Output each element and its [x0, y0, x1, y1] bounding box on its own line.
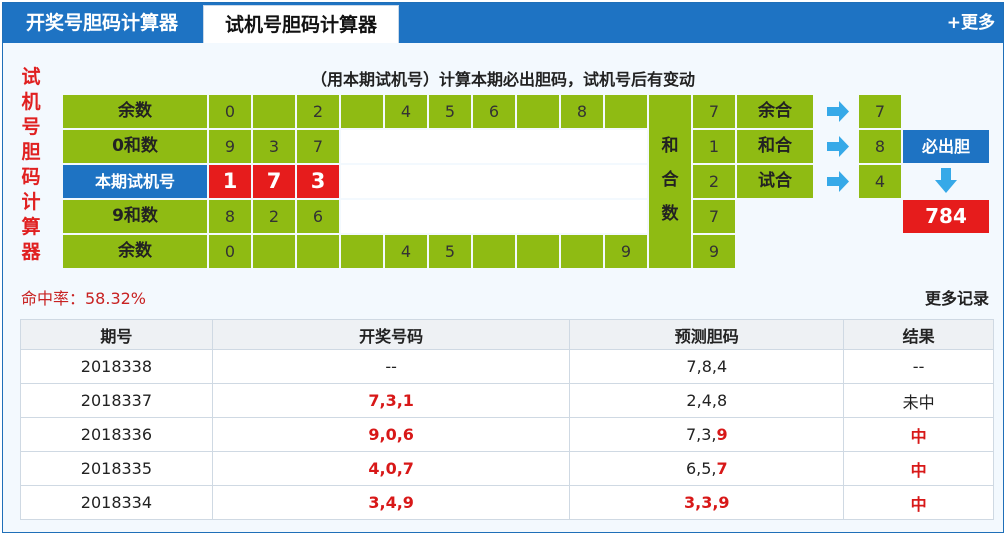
- bichu-value: 784: [903, 200, 989, 233]
- grid-blank: [341, 130, 647, 163]
- row-label-test-number: 本期试机号: [63, 165, 207, 198]
- grid-cell: [297, 235, 339, 268]
- column-header: 期号: [20, 319, 213, 350]
- draw-cell: 3,4,9: [211, 485, 571, 520]
- issue-cell: 2018337: [20, 383, 213, 418]
- issue-cell: 2018334: [20, 485, 213, 520]
- tab-bar: 开奖号胆码计算器 试机号胆码计算器 +更多: [3, 3, 1003, 43]
- grid-cell: [517, 235, 559, 268]
- row-label-sum0: 0和数: [63, 130, 207, 163]
- grid-cell: 4: [385, 95, 427, 128]
- result-cell: 中: [843, 417, 994, 452]
- grid-cell: 2: [253, 200, 295, 233]
- heshu-value: 1: [693, 130, 735, 163]
- grid-cell: 2: [297, 95, 339, 128]
- test-digit: 7: [253, 165, 295, 198]
- op-label-hehe: 和合: [737, 130, 813, 163]
- op-label-shihe: 试合: [737, 165, 813, 198]
- draw-cell: --: [211, 349, 571, 384]
- grid-cell: [561, 235, 603, 268]
- vertical-title: 试 机 号 胆 码 计 算 器: [21, 66, 41, 263]
- more-records-link[interactable]: 更多记录: [925, 285, 989, 309]
- tab-draw-calculator[interactable]: 开奖号胆码计算器: [3, 3, 201, 43]
- prediction-cell: 7,3,9: [569, 417, 845, 452]
- grid-cell: [253, 95, 295, 128]
- heshu-value: 7: [693, 200, 735, 233]
- table-row: 2018338 -- 7,8,4 --: [20, 349, 994, 384]
- result-cell: 中: [843, 485, 994, 520]
- prediction-cell: 6,5,7: [569, 451, 845, 486]
- prediction-cell: 2,4,8: [569, 383, 845, 418]
- grid-blank: [341, 200, 647, 233]
- grid-cell: [605, 95, 647, 128]
- column-header: 结果: [843, 319, 994, 350]
- hit-rate: 命中率：58.32%: [21, 289, 147, 308]
- history-table: 期号 开奖号码 预测胆码 结果 2018338 -- 7,8,4 -- 2018…: [20, 319, 994, 520]
- column-header: 预测胆码: [569, 319, 845, 350]
- row-label-remainder: 余数: [63, 95, 207, 128]
- more-link[interactable]: +更多: [947, 3, 995, 43]
- arrow-down-icon: [935, 168, 957, 193]
- table-row: 2018335 4,0,7 6,5,7 中: [20, 451, 994, 486]
- prediction-cell: 7,8,4: [569, 349, 845, 384]
- grid-cell: [341, 95, 383, 128]
- grid-cell: 6: [297, 200, 339, 233]
- calculator-panel: 开奖号胆码计算器 试机号胆码计算器 +更多 试 机 号 胆 码 计 算 器 （用…: [2, 2, 1004, 533]
- op-value-hehe: 8: [859, 130, 901, 163]
- column-header: 开奖号码: [211, 319, 571, 350]
- tab-test-calculator[interactable]: 试机号胆码计算器: [203, 5, 399, 43]
- bichu-label: 必出胆: [903, 130, 989, 163]
- table-row: 2018337 7,3,1 2,4,8 未中: [20, 383, 994, 418]
- arrow-right-icon: [827, 101, 849, 122]
- grid-cell: 7: [297, 130, 339, 163]
- draw-cell: 9,0,6: [211, 417, 571, 452]
- heshu-label: 和 合 数: [649, 95, 691, 268]
- test-digit: 1: [209, 165, 251, 198]
- arrow-right-icon: [827, 136, 849, 157]
- issue-cell: 2018338: [20, 349, 213, 384]
- heshu-value: 2: [693, 165, 735, 198]
- grid-cell: [517, 95, 559, 128]
- table-row: 2018336 9,0,6 7,3,9 中: [20, 417, 994, 452]
- grid-cell: 9: [605, 235, 647, 268]
- arrow-right-icon: [827, 171, 849, 192]
- op-value-shihe: 4: [859, 165, 901, 198]
- result-cell: 未中: [843, 383, 994, 418]
- op-value-yuhe: 7: [859, 95, 901, 128]
- grid-cell: 8: [209, 200, 251, 233]
- result-cell: --: [843, 349, 994, 384]
- draw-cell: 4,0,7: [211, 451, 571, 486]
- grid-cell: 9: [209, 130, 251, 163]
- issue-cell: 2018335: [20, 451, 213, 486]
- op-label-yuhe: 余合: [737, 95, 813, 128]
- grid-cell: 5: [429, 235, 471, 268]
- grid-cell: 3: [253, 130, 295, 163]
- row-label-remainder-2: 余数: [63, 235, 207, 268]
- grid-cell: 0: [209, 95, 251, 128]
- heshu-value: 9: [693, 235, 735, 268]
- calc-title: （用本期试机号）计算本期必出胆码，试机号后有变动: [310, 70, 695, 89]
- grid-cell: [473, 235, 515, 268]
- grid-cell: 5: [429, 95, 471, 128]
- draw-cell: 7,3,1: [211, 383, 571, 418]
- test-digit: 3: [297, 165, 339, 198]
- heshu-value: 7: [693, 95, 735, 128]
- grid-cell: 6: [473, 95, 515, 128]
- grid-cell: 4: [385, 235, 427, 268]
- grid-cell: [253, 235, 295, 268]
- result-cell: 中: [843, 451, 994, 486]
- grid-cell: 0: [209, 235, 251, 268]
- grid-blank: [341, 165, 647, 198]
- table-row: 2018334 3,4,9 3,3,9 中: [20, 485, 994, 520]
- issue-cell: 2018336: [20, 417, 213, 452]
- row-label-sum9: 9和数: [63, 200, 207, 233]
- prediction-cell: 3,3,9: [569, 485, 845, 520]
- grid-cell: [341, 235, 383, 268]
- grid-cell: 8: [561, 95, 603, 128]
